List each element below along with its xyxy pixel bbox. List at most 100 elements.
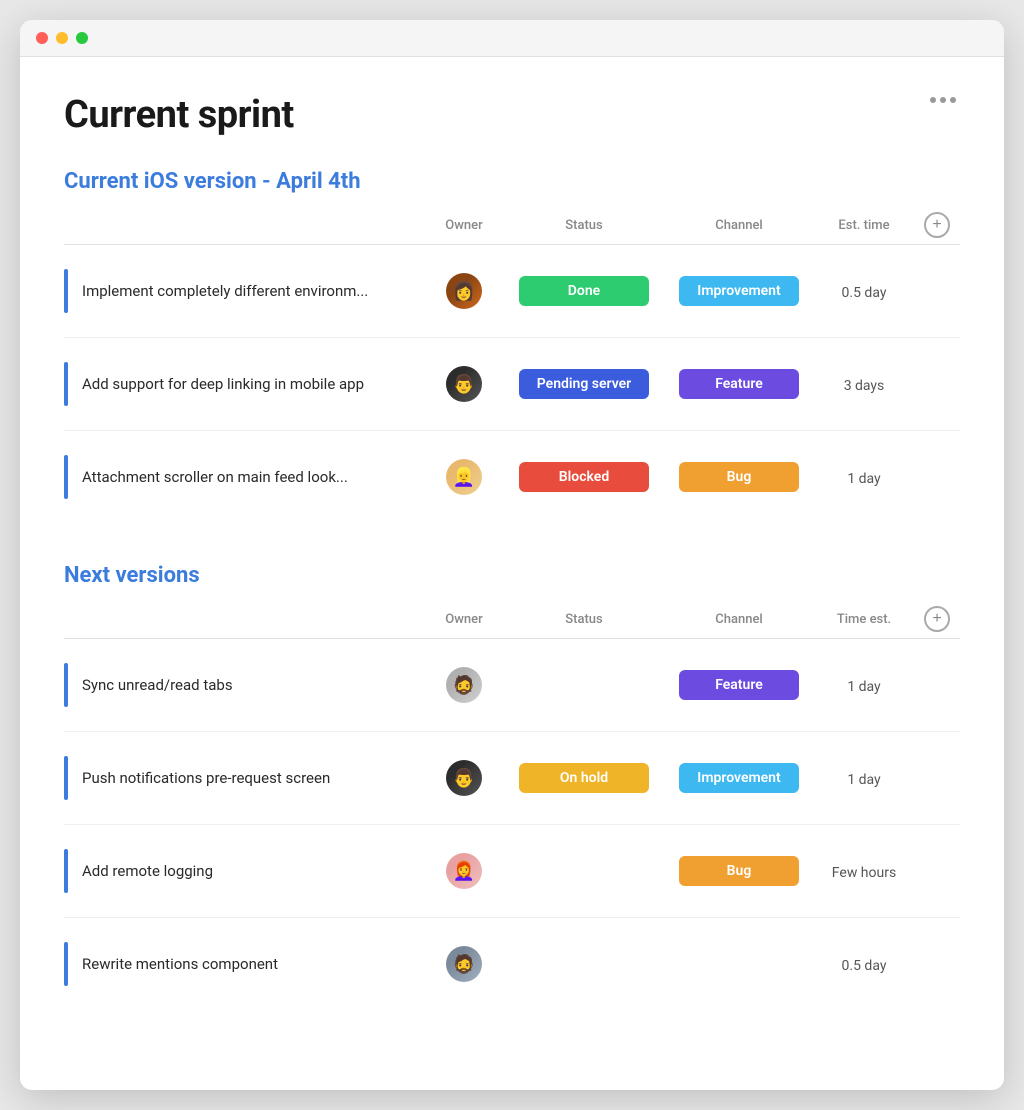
main-content: Current sprint Current iOS version - Apr…: [20, 57, 1004, 1090]
task-bar: [64, 942, 68, 986]
avatar-face: 👨: [446, 760, 482, 796]
minimize-dot[interactable]: [56, 32, 68, 44]
task-cell: Add support for deep linking in mobile a…: [64, 338, 424, 431]
row-actions-cell: [914, 732, 960, 825]
title-bar: [20, 20, 1004, 57]
section2-rows: Sync unread/read tabs 🧔 Feature 1 day Push…: [64, 639, 960, 1011]
time-value: Few hours: [832, 865, 896, 881]
avatar: 👩‍🦰: [446, 853, 482, 889]
status-badge: On hold: [519, 763, 649, 793]
owner-cell: 🧔: [424, 918, 504, 1011]
avatar-face: 👩‍🦰: [446, 853, 482, 889]
time-value: 1 day: [847, 679, 880, 695]
task-name: Add support for deep linking in mobile a…: [82, 375, 364, 393]
task-name: Push notifications pre-request screen: [82, 769, 330, 787]
status-cell: [504, 825, 664, 918]
status-cell: [504, 639, 664, 732]
channel-cell: Feature: [664, 338, 814, 431]
task-cell: Attachment scroller on main feed look...: [64, 431, 424, 524]
status-cell: [504, 918, 664, 1011]
channel-badge: Improvement: [679, 763, 799, 793]
more-dot-2: [940, 97, 946, 103]
avatar-face: 👩: [446, 273, 482, 309]
row-actions-cell: [914, 245, 960, 338]
table-row: Add remote logging 👩‍🦰 Bug Few hours: [64, 825, 960, 918]
time-cell: 1 day: [814, 639, 914, 732]
section2-col-headers: Owner Status Channel Time est. +: [64, 600, 960, 639]
task-cell: Implement completely different environm.…: [64, 245, 424, 338]
col-channel-header: Channel: [664, 206, 814, 245]
channel-badge: Bug: [679, 462, 799, 492]
owner-cell: 👨: [424, 732, 504, 825]
task-bar: [64, 849, 68, 893]
time-cell: 0.5 day: [814, 918, 914, 1011]
avatar-face: 🧔: [446, 667, 482, 703]
section2-title: Next versions: [64, 563, 960, 588]
col-owner-header2: Owner: [424, 600, 504, 639]
section1-col-headers: Owner Status Channel Est. time +: [64, 206, 960, 245]
table-row: Push notifications pre-request screen 👨 O…: [64, 732, 960, 825]
channel-cell: Bug: [664, 825, 814, 918]
app-window: Current sprint Current iOS version - Apr…: [20, 20, 1004, 1090]
channel-cell: Feature: [664, 639, 814, 732]
section2-header: Next versions: [64, 563, 960, 588]
row-actions-cell: [914, 338, 960, 431]
row-actions-cell: [914, 639, 960, 732]
col-channel-header2: Channel: [664, 600, 814, 639]
avatar: 🧔: [446, 667, 482, 703]
section1-table: Owner Status Channel Est. time + Impleme…: [64, 206, 960, 523]
task-name: Rewrite mentions component: [82, 955, 278, 973]
status-badge: Pending server: [519, 369, 649, 399]
table-row: Attachment scroller on main feed look...…: [64, 431, 960, 524]
close-dot[interactable]: [36, 32, 48, 44]
channel-badge: Feature: [679, 670, 799, 700]
status-badge: Done: [519, 276, 649, 306]
page-header: Current sprint: [64, 93, 960, 137]
table-row: Sync unread/read tabs 🧔 Feature 1 day: [64, 639, 960, 732]
more-button[interactable]: [926, 93, 960, 107]
status-badge: Blocked: [519, 462, 649, 492]
task-cell: Sync unread/read tabs: [64, 639, 424, 732]
time-cell: 1 day: [814, 732, 914, 825]
channel-cell: [664, 918, 814, 1011]
task-cell: Rewrite mentions component: [64, 918, 424, 1011]
task-name: Sync unread/read tabs: [82, 676, 233, 694]
col-time-header: Est. time: [814, 206, 914, 245]
col-add-header: +: [914, 206, 960, 245]
row-actions-cell: [914, 825, 960, 918]
task-bar: [64, 756, 68, 800]
owner-cell: 👨: [424, 338, 504, 431]
task-name: Add remote logging: [82, 862, 213, 880]
avatar: 🧔: [446, 946, 482, 982]
section2-table: Owner Status Channel Time est. + Sync un…: [64, 600, 960, 1010]
status-cell: Blocked: [504, 431, 664, 524]
task-bar: [64, 362, 68, 406]
col-status-header2: Status: [504, 600, 664, 639]
expand-dot[interactable]: [76, 32, 88, 44]
time-value: 3 days: [844, 378, 885, 394]
avatar: 👩: [446, 273, 482, 309]
channel-cell: Improvement: [664, 245, 814, 338]
status-cell: On hold: [504, 732, 664, 825]
col-task-header: [64, 206, 424, 245]
avatar: 👨: [446, 760, 482, 796]
task-bar: [64, 269, 68, 313]
avatar: 👱‍♀️: [446, 459, 482, 495]
table-row: Add support for deep linking in mobile a…: [64, 338, 960, 431]
status-cell: Done: [504, 245, 664, 338]
avatar-face: 👱‍♀️: [446, 459, 482, 495]
section1-header: Current iOS version - April 4th: [64, 169, 960, 194]
section1-title: Current iOS version - April 4th: [64, 169, 960, 194]
section1-add-button[interactable]: +: [924, 212, 950, 238]
channel-badge: Feature: [679, 369, 799, 399]
time-value: 1 day: [847, 471, 880, 487]
time-value: 0.5 day: [842, 285, 887, 301]
section-current-ios: Current iOS version - April 4th Owner St…: [64, 169, 960, 523]
channel-badge: Bug: [679, 856, 799, 886]
owner-cell: 🧔: [424, 639, 504, 732]
owner-cell: 👩: [424, 245, 504, 338]
section2-add-button[interactable]: +: [924, 606, 950, 632]
table-row: Rewrite mentions component 🧔 0.5 day: [64, 918, 960, 1011]
channel-cell: Improvement: [664, 732, 814, 825]
owner-cell: 👩‍🦰: [424, 825, 504, 918]
